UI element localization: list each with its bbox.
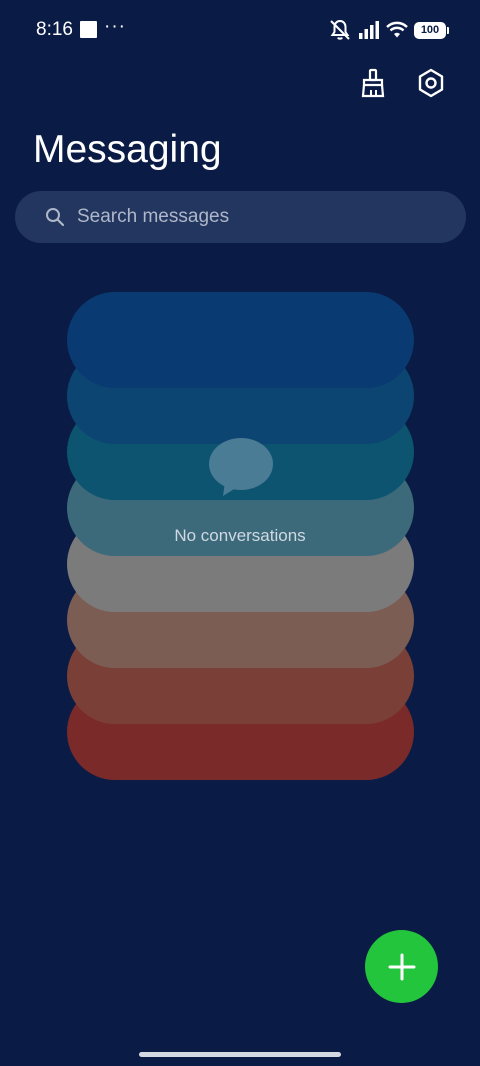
status-time: 8:16 [36, 19, 73, 40]
status-right-icons: 100 [328, 17, 449, 43]
signal-icon [359, 21, 379, 39]
settings-hexagon-icon [418, 68, 444, 98]
new-conversation-button[interactable] [365, 930, 438, 1003]
broom-clean-icon [361, 68, 385, 98]
battery-icon: 100 [414, 21, 449, 39]
wifi-icon [386, 21, 408, 38]
status-bar: 8:16 ··· 100 [0, 0, 480, 60]
home-indicator[interactable] [139, 1052, 341, 1057]
settings-button[interactable] [414, 66, 448, 100]
more-notifications-icon: ··· [104, 16, 126, 37]
empty-state-message: No conversations [174, 526, 306, 545]
plus-icon [388, 953, 415, 980]
chat-bubble-icon [209, 438, 273, 496]
search-icon [45, 206, 67, 228]
notification-square-icon [80, 21, 97, 38]
clean-button[interactable] [356, 66, 390, 100]
messaging-screen: 8:16 ··· 100 Messaging Search messages N… [0, 0, 480, 1066]
mute-bell-icon [330, 19, 350, 40]
search-bar[interactable] [15, 191, 466, 243]
stack-pill-1 [67, 292, 414, 388]
page-title: Messaging [33, 128, 222, 171]
search-input[interactable] [77, 206, 466, 228]
